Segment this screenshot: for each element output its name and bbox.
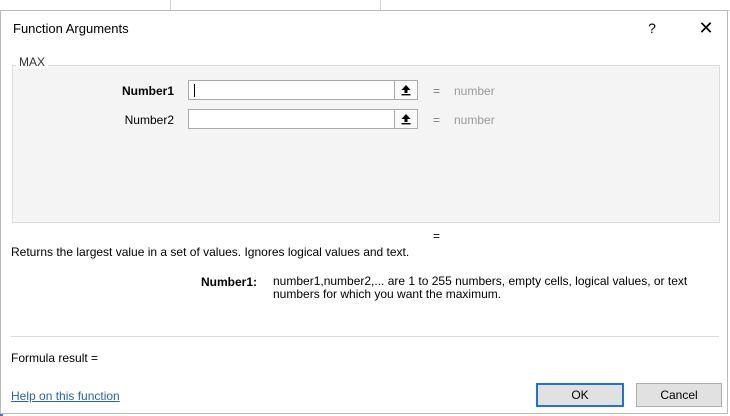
formula-result-label: Formula result =: [11, 351, 99, 365]
collapse-dialog-arrow-icon: [401, 114, 410, 125]
help-question-button[interactable]: ?: [641, 17, 663, 39]
ok-button[interactable]: OK: [536, 383, 624, 407]
footer-divider: [11, 336, 719, 337]
argument-result-number2: number: [454, 113, 495, 127]
collapse-dialog-arrow-icon: [401, 85, 410, 96]
argument-row-number1: Number1 = number: [13, 79, 719, 103]
text-caret: [194, 84, 195, 97]
argument-label-number2: Number2: [124, 113, 174, 127]
argument-equals-sign: =: [433, 113, 441, 127]
argument-help-text: number1,number2,... are 1 to 255 numbers…: [273, 274, 688, 301]
column-gridline: [170, 0, 171, 10]
argument-equals-sign: =: [433, 84, 441, 98]
dialog-titlebar[interactable]: Function Arguments ? ✕: [1, 11, 727, 45]
argument-row-number2: Number2 = number: [13, 108, 719, 132]
number1-input[interactable]: [188, 80, 418, 100]
help-on-function-link[interactable]: Help on this function: [11, 389, 120, 403]
function-name-legend: MAX: [16, 55, 49, 69]
function-result-equals: =: [433, 229, 441, 243]
number2-input[interactable]: [188, 109, 418, 129]
column-gridline: [380, 0, 381, 10]
argument-label-number1: Number1: [121, 84, 174, 98]
function-arguments-dialog: Function Arguments ? ✕ Number1 = number …: [0, 10, 728, 414]
argument-help-label: Number1:: [201, 275, 258, 289]
arguments-group: Number1 = number Number2 = number: [12, 65, 720, 223]
dialog-title: Function Arguments: [13, 21, 129, 36]
cancel-button[interactable]: Cancel: [636, 383, 722, 407]
function-description: Returns the largest value in a set of va…: [11, 245, 410, 259]
argument-result-number1: number: [454, 84, 495, 98]
number2-ref-button[interactable]: [394, 110, 416, 128]
number1-ref-button[interactable]: [394, 81, 416, 99]
close-button[interactable]: ✕: [695, 17, 717, 39]
